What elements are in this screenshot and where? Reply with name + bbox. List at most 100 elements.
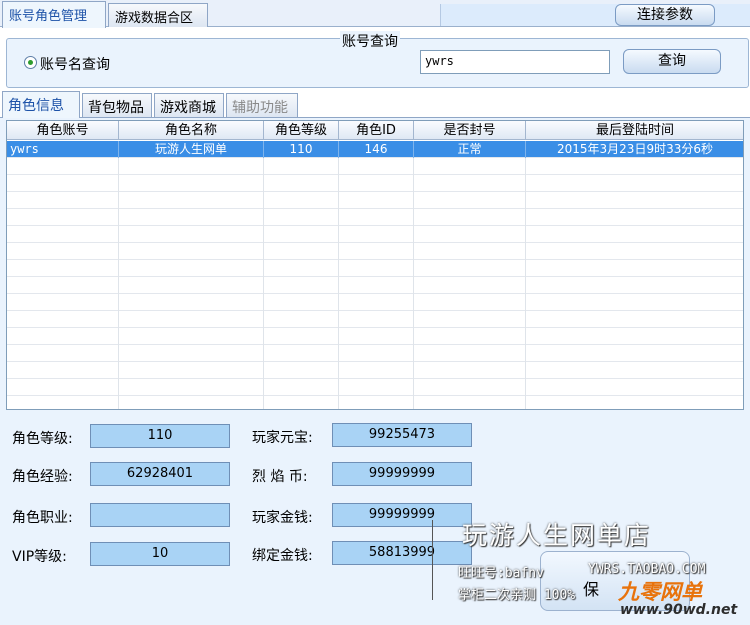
empty-cell bbox=[339, 158, 414, 175]
vip-level-label: VIP等级: bbox=[12, 549, 67, 565]
empty-cell bbox=[119, 192, 264, 209]
empty-cell bbox=[414, 243, 526, 260]
empty-cell bbox=[119, 328, 264, 345]
empty-cell bbox=[7, 209, 119, 226]
empty-cell bbox=[339, 277, 414, 294]
empty-cell bbox=[7, 243, 119, 260]
empty-table-row bbox=[7, 345, 743, 362]
account-search-input[interactable]: ywrs bbox=[420, 50, 610, 74]
empty-cell bbox=[414, 396, 526, 409]
empty-cell bbox=[526, 209, 743, 226]
empty-cell bbox=[414, 209, 526, 226]
column-header-role-level[interactable]: 角色等级 bbox=[264, 121, 339, 140]
empty-cell bbox=[526, 328, 743, 345]
role-level-field[interactable]: 110 bbox=[90, 424, 230, 448]
role-job-field[interactable] bbox=[90, 503, 230, 527]
flame-coin-field[interactable]: 99999999 bbox=[332, 462, 472, 486]
vip-level-field[interactable]: 10 bbox=[90, 542, 230, 566]
tab-role-info[interactable]: 角色信息 bbox=[2, 91, 80, 118]
empty-table-row bbox=[7, 294, 743, 311]
empty-table-row bbox=[7, 158, 743, 175]
tab-game-data-merge[interactable]: 游戏数据合区 bbox=[108, 3, 208, 27]
empty-cell bbox=[526, 379, 743, 396]
empty-cell bbox=[339, 311, 414, 328]
connect-settings-button[interactable]: 连接参数 bbox=[615, 4, 715, 26]
role-job-label: 角色职业: bbox=[12, 510, 73, 526]
empty-cell bbox=[414, 345, 526, 362]
empty-cell bbox=[414, 294, 526, 311]
empty-cell bbox=[339, 192, 414, 209]
empty-cell bbox=[526, 243, 743, 260]
empty-cell bbox=[526, 175, 743, 192]
column-header-role-id[interactable]: 角色ID bbox=[339, 121, 414, 140]
empty-cell bbox=[339, 260, 414, 277]
empty-cell bbox=[339, 345, 414, 362]
tab-account-role-management[interactable]: 账号角色管理 bbox=[2, 1, 106, 28]
empty-cell bbox=[7, 311, 119, 328]
empty-cell bbox=[526, 311, 743, 328]
empty-cell bbox=[119, 277, 264, 294]
query-group-title: 账号查询 bbox=[340, 31, 400, 51]
column-header-banned[interactable]: 是否封号 bbox=[414, 121, 526, 140]
empty-cell bbox=[414, 277, 526, 294]
query-button[interactable]: 查询 bbox=[623, 49, 721, 74]
empty-cell bbox=[339, 243, 414, 260]
empty-cell bbox=[7, 277, 119, 294]
empty-cell bbox=[119, 311, 264, 328]
empty-table-row bbox=[7, 260, 743, 277]
empty-cell bbox=[264, 158, 339, 175]
empty-table-row bbox=[7, 226, 743, 243]
empty-cell bbox=[7, 294, 119, 311]
empty-cell bbox=[264, 226, 339, 243]
player-yuanbao-label: 玩家元宝: bbox=[252, 430, 313, 446]
empty-table-row bbox=[7, 379, 743, 396]
empty-cell bbox=[526, 294, 743, 311]
column-header-role-name[interactable]: 角色名称 bbox=[119, 121, 264, 140]
empty-cell bbox=[264, 311, 339, 328]
empty-cell bbox=[119, 243, 264, 260]
column-header-last-login[interactable]: 最后登陆时间 bbox=[526, 121, 743, 140]
empty-cell bbox=[339, 209, 414, 226]
account-name-query-radio[interactable] bbox=[24, 56, 37, 69]
empty-cell bbox=[264, 192, 339, 209]
empty-cell bbox=[119, 379, 264, 396]
column-header-account[interactable]: 角色账号 bbox=[7, 121, 119, 140]
empty-cell bbox=[339, 379, 414, 396]
empty-cell bbox=[339, 294, 414, 311]
empty-cell bbox=[414, 192, 526, 209]
role-exp-label: 角色经验: bbox=[12, 469, 73, 485]
empty-cell bbox=[339, 396, 414, 409]
empty-cell bbox=[414, 362, 526, 379]
watermark-title: 玩游人生网单店 bbox=[462, 521, 652, 550]
empty-cell bbox=[119, 175, 264, 192]
cell-role-id: 146 bbox=[339, 141, 414, 158]
empty-cell bbox=[119, 294, 264, 311]
empty-cell bbox=[526, 192, 743, 209]
empty-cell bbox=[339, 362, 414, 379]
empty-table-row bbox=[7, 277, 743, 294]
empty-cell bbox=[119, 209, 264, 226]
empty-cell bbox=[414, 175, 526, 192]
empty-cell bbox=[414, 379, 526, 396]
empty-cell bbox=[119, 396, 264, 409]
tab-auxiliary-functions[interactable]: 辅助功能 bbox=[226, 93, 298, 117]
cell-role-level: 110 bbox=[264, 141, 339, 158]
role-exp-field[interactable]: 62928401 bbox=[90, 462, 230, 486]
empty-cell bbox=[339, 226, 414, 243]
table-row[interactable]: ywrs 玩游人生网单 110 146 正常 2015年3月23日9时33分6秒 bbox=[7, 141, 743, 158]
empty-cell bbox=[119, 362, 264, 379]
tab-backpack-items[interactable]: 背包物品 bbox=[82, 93, 152, 117]
empty-table-row bbox=[7, 396, 743, 409]
empty-cell bbox=[264, 260, 339, 277]
tab-game-mall[interactable]: 游戏商城 bbox=[154, 93, 224, 117]
empty-cell bbox=[526, 226, 743, 243]
empty-table-row bbox=[7, 328, 743, 345]
role-table[interactable]: 角色账号 角色名称 角色等级 角色ID 是否封号 最后登陆时间 ywrs 玩游人… bbox=[6, 120, 744, 410]
empty-cell bbox=[526, 345, 743, 362]
cell-banned-status: 正常 bbox=[414, 141, 526, 158]
watermark-site-url: www.90wd.net bbox=[620, 602, 738, 618]
flame-coin-label: 烈 焰 币: bbox=[252, 469, 308, 485]
empty-cell bbox=[264, 396, 339, 409]
watermark-wangwang: 旺旺号:bafnv bbox=[458, 566, 544, 581]
player-yuanbao-field[interactable]: 99255473 bbox=[332, 423, 472, 447]
